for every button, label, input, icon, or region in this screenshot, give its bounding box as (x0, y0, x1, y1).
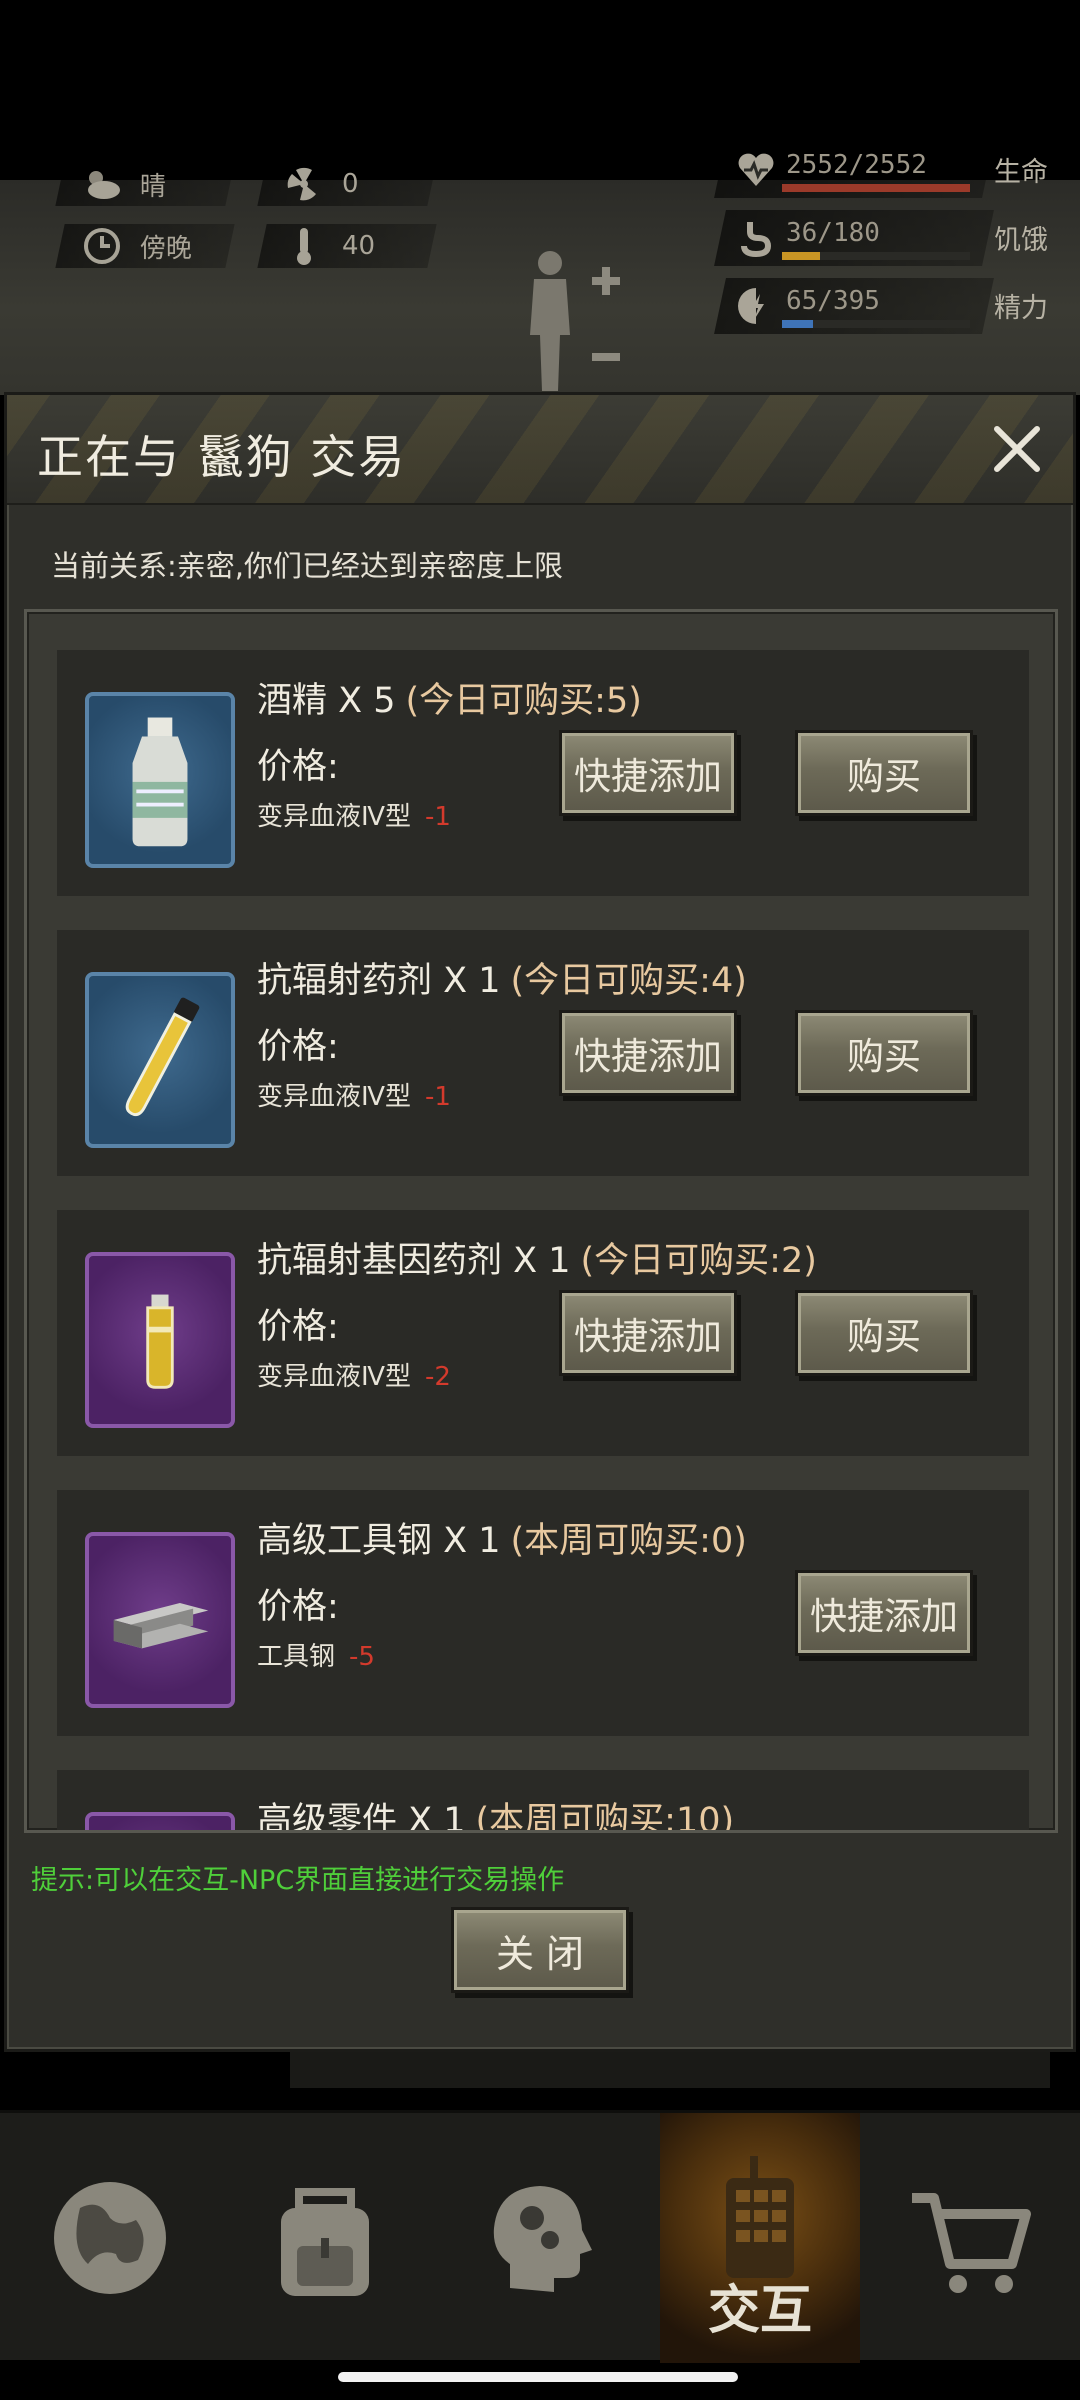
energy-label: 精力 (994, 293, 1048, 324)
energy-icon (736, 286, 776, 326)
list-item: 抗辐射基因药剂 X 1 (今日可购买:2) 价格: 变异血液Ⅳ型 -2 快捷添加 购… (57, 1210, 1029, 1456)
item-name: 酒精 X 5 (257, 681, 396, 721)
energy-bar-fill (782, 320, 814, 328)
nav-skills[interactable] (440, 2113, 640, 2363)
item-title: 抗辐射基因药剂 X 1 (今日可购买:2) (257, 1232, 817, 1283)
item-title: 抗辐射药剂 X 1 (今日可购买:4) (257, 952, 747, 1003)
price-detail: 变异血液Ⅳ型 -1 (257, 1076, 451, 1113)
item-name: 高级工具钢 X 1 (257, 1521, 501, 1561)
hunger-bar-fill (782, 252, 820, 260)
health-label: 生命 (994, 157, 1048, 188)
price-label: 价格: (257, 1027, 339, 1067)
body-status-icon[interactable] (520, 245, 630, 395)
energy-value: 65/395 (786, 286, 880, 316)
buy-button[interactable]: 购买 (795, 1290, 973, 1376)
price-cost: -1 (425, 802, 451, 832)
price-currency: 变异血液Ⅳ型 (257, 1082, 411, 1112)
time-of-day-text: 傍晚 (140, 233, 193, 264)
item-limit: (本周可购买:0) (510, 1521, 747, 1561)
price-detail: 变异血液Ⅳ型 -1 (257, 796, 451, 833)
quick-add-button[interactable]: 快捷添加 (559, 730, 737, 816)
heart-icon (736, 150, 776, 190)
stomach-icon (736, 218, 776, 258)
list-item: 酒精 X 5 (今日可购买:5) 价格: 变异血液Ⅳ型 -1 快捷添加 购买 (57, 650, 1029, 896)
quick-add-button[interactable]: 快捷添加 (795, 1570, 973, 1656)
thermometer-icon (284, 226, 324, 266)
price-label: 价格: (257, 1307, 339, 1347)
close-icon[interactable] (987, 419, 1047, 479)
item-name: 抗辐射基因药剂 X 1 (257, 1241, 571, 1281)
health-bar-fill (782, 184, 970, 192)
hunger-value: 36/180 (786, 218, 880, 248)
radio-icon (726, 2156, 794, 2278)
radiation-cell: 0 (257, 162, 437, 206)
stat-health: 2552/2552 生命 (714, 142, 1060, 198)
cloud-icon (82, 164, 122, 204)
buy-button[interactable]: 购买 (795, 1010, 973, 1096)
bottom-nav: 交互 (0, 2110, 1080, 2363)
weather-cell: 晴 (55, 162, 235, 206)
item-name: 抗辐射药剂 X 1 (257, 961, 501, 1001)
globe-icon (54, 2182, 166, 2294)
nav-interact-label: 交互 (707, 2281, 812, 2341)
hint-text: 提示:可以在交互-NPC界面直接进行交易操作 (31, 1865, 565, 1896)
dialog-title: 正在与 鬣狗 交易 (37, 430, 407, 484)
dialog-header: 正在与 鬣狗 交易 (7, 395, 1073, 505)
sub-tab-bar (290, 2052, 1050, 2088)
health-value: 2552/2552 (786, 150, 927, 180)
price-currency: 变异血液Ⅳ型 (257, 1362, 411, 1392)
temperature-cell: 40 (257, 224, 437, 268)
item-name: 高级零件 X 1 (257, 1801, 466, 1833)
quick-add-button[interactable]: 快捷添加 (559, 1290, 737, 1376)
clock-icon (82, 226, 122, 266)
item-limit: (本周可购买:10) (475, 1801, 735, 1833)
item-title: 高级零件 X 1 (本周可购买:10) (257, 1792, 735, 1833)
parts-icon (85, 1812, 235, 1830)
price-cost: -5 (349, 1642, 375, 1672)
nav-backpack[interactable] (225, 2113, 425, 2363)
price-detail: 变异血液Ⅳ型 -2 (257, 1356, 451, 1393)
item-list[interactable]: 酒精 X 5 (今日可购买:5) 价格: 变异血液Ⅳ型 -1 快捷添加 购买 抗辐射… (24, 609, 1058, 1833)
time-cell: 傍晚 (55, 224, 235, 268)
temperature-value: 40 (342, 231, 376, 261)
radiation-icon (284, 164, 324, 204)
price-cost: -2 (425, 1362, 451, 1392)
list-item: 抗辐射药剂 X 1 (今日可购买:4) 价格: 变异血液Ⅳ型 -1 快捷添加 购买 (57, 930, 1029, 1176)
relation-status: 当前关系:亲密,你们已经达到亲密度上限 (51, 549, 563, 583)
nav-map[interactable] (10, 2113, 210, 2363)
price-detail: 工具钢 -5 (257, 1636, 375, 1673)
nav-interact[interactable]: 交互 (660, 2113, 860, 2363)
test-tube-icon (85, 972, 235, 1148)
backpack-icon (281, 2188, 369, 2296)
head-gears-icon (493, 2186, 592, 2292)
price-currency: 工具钢 (257, 1642, 336, 1672)
hunger-label: 饥饿 (994, 225, 1048, 256)
price-label: 价格: (257, 1587, 339, 1627)
item-limit: (今日可购买:5) (405, 681, 642, 721)
radiation-value: 0 (342, 169, 359, 199)
item-title: 酒精 X 5 (今日可购买:5) (257, 672, 642, 723)
stat-hunger: 36/180 饥饿 (714, 210, 1060, 266)
close-button[interactable]: 关 闭 (451, 1907, 629, 1993)
list-item: 高级零件 X 1 (本周可购买:10) (57, 1770, 1029, 1833)
buy-button[interactable]: 购买 (795, 730, 973, 816)
item-title: 高级工具钢 X 1 (本周可购买:0) (257, 1512, 747, 1563)
list-item: 高级工具钢 X 1 (本周可购买:0) 价格: 工具钢 -5 快捷添加 (57, 1490, 1029, 1736)
quick-add-button[interactable]: 快捷添加 (559, 1010, 737, 1096)
home-indicator[interactable] (338, 2372, 738, 2382)
item-limit: (今日可购买:4) (510, 961, 747, 1001)
vial-icon (85, 1252, 235, 1428)
bottle-icon (85, 692, 235, 868)
trade-dialog: 正在与 鬣狗 交易 当前关系:亲密,你们已经达到亲密度上限 酒精 X 5 (今日可… (4, 392, 1076, 2052)
weather-text: 晴 (140, 171, 167, 202)
stat-energy: 65/395 精力 (714, 278, 1060, 334)
price-cost: -1 (425, 1082, 451, 1112)
steel-beam-icon (85, 1532, 235, 1708)
price-currency: 变异血液Ⅳ型 (257, 802, 411, 832)
item-limit: (今日可购买:2) (580, 1241, 817, 1281)
price-label: 价格: (257, 747, 339, 787)
nav-shop[interactable] (870, 2113, 1070, 2363)
shopping-cart-icon (912, 2193, 1031, 2293)
